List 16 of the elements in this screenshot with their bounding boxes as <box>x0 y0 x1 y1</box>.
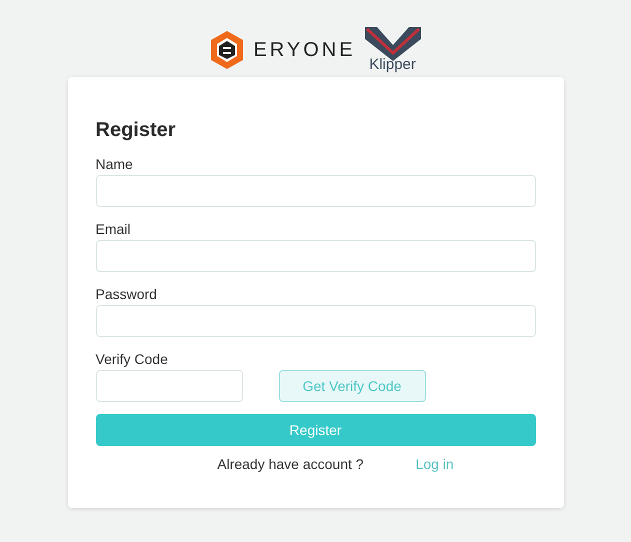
field-label: Password <box>96 286 158 302</box>
account-prompt: Already have account ? <box>217 456 364 472</box>
form-title: Register <box>96 119 177 142</box>
input-field[interactable] <box>96 370 242 402</box>
login-link[interactable]: Log in <box>416 456 454 472</box>
brand-name: ERYONE <box>253 38 356 62</box>
field-label: Email <box>96 221 132 237</box>
input-field[interactable] <box>96 305 536 337</box>
field-label: Verify Code <box>96 351 169 367</box>
field-label: Name <box>96 156 134 172</box>
partner-name: Klipper <box>369 57 416 73</box>
get-code-button[interactable]: Get Verify Code <box>278 370 426 402</box>
hexagon-logo-icon <box>209 30 246 70</box>
input-field[interactable] <box>96 175 536 207</box>
register-button[interactable]: Register <box>96 414 536 446</box>
input-field[interactable] <box>96 240 536 272</box>
